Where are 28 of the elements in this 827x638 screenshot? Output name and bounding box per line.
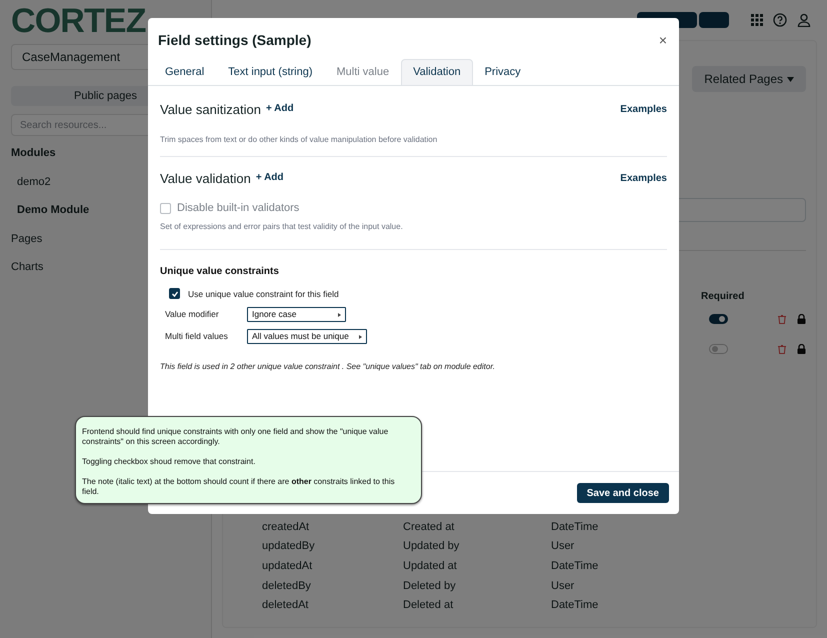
table-cell-text: Updated at	[403, 558, 458, 574]
note-text: Frontend should find unique constraints with only one field and show the "unique value constraints" on this screen accordingly.	[82, 427, 390, 447]
table-cell-text: deletedBy	[262, 578, 312, 594]
section-title: Unique value constraints	[160, 264, 280, 278]
table-cell-text: DateTime	[551, 558, 598, 574]
table-cell-text: updatedAt	[262, 558, 314, 574]
table-cell-text: Deleted by	[403, 578, 457, 594]
note-text: The note (italic text) at the bottom should count if there are other constraits linked to this field.	[82, 477, 396, 497]
table-cell-text: DateTime	[551, 598, 598, 614]
table-cell-text: Created at	[403, 520, 456, 535]
table-cell-text: Updated by	[403, 539, 460, 554]
field-label: Multi field values	[165, 330, 229, 344]
table-cell-text: Deleted at	[403, 598, 454, 614]
field-label: Value modifier	[165, 308, 220, 322]
section-description: Trim spaces from text or do other kinds of value manipulation before validation	[160, 134, 438, 146]
table-cell-text: createdAt	[262, 520, 310, 535]
checkbox-label: Use unique value constraint for this field	[188, 288, 339, 300]
section-title: Value validation	[160, 170, 251, 188]
column-header: Required	[701, 290, 746, 304]
table-cell-text: updatedBy	[262, 539, 316, 554]
table-cell-text: User	[551, 539, 574, 554]
checkbox-label: Disable built-in validators	[177, 201, 300, 216]
section-description: Set of expressions and error pairs that test validity of the input value.	[160, 220, 404, 232]
italic-note: This field is used in 2 other unique value constraint . See "unique values" tab on module editor.	[160, 361, 496, 374]
note-text: Toggling checkbox shoud remove that constraint.	[82, 457, 256, 467]
table-cell-text: User	[551, 578, 574, 594]
table-cell-text: deletedAt	[262, 598, 310, 614]
table-cell-text: DateTime	[551, 520, 598, 535]
